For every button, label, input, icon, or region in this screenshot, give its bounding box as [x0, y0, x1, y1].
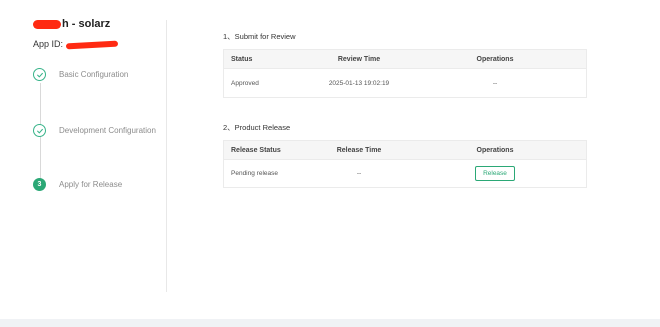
release-operations-cell: Release	[404, 166, 586, 181]
column-header: Operations	[476, 55, 514, 63]
table-header: Release Status Release Time Operations	[224, 141, 586, 160]
release-status-cell: Pending release	[231, 170, 278, 177]
bottom-bar	[0, 319, 660, 327]
section-title-review: 1、Submit for Review	[223, 32, 296, 41]
app-title-text: h - solarz	[62, 18, 111, 30]
step-number-badge: 3	[33, 178, 46, 191]
check-circle-icon	[33, 68, 46, 81]
section-title-release: 2、Product Release	[223, 123, 291, 132]
column-header: Release Time	[336, 146, 382, 154]
table-row: Pending release -- Release	[224, 160, 586, 187]
panel-divider	[166, 20, 167, 292]
release-time-cell: --	[356, 170, 362, 177]
release-button[interactable]: Release	[475, 166, 515, 181]
redacted-app-id	[65, 40, 119, 49]
step-development-configuration[interactable]: Development Configuration	[33, 124, 156, 137]
app-id: App ID:	[33, 39, 119, 49]
table-row: Approved 2025-01-13 19:02:19 --	[224, 69, 586, 97]
release-table: Release Status Release Time Operations P…	[223, 140, 587, 188]
column-header: Status	[231, 55, 253, 63]
table-header: Status Review Time Operations	[224, 50, 586, 69]
column-header: Operations	[476, 146, 514, 154]
review-table: Status Review Time Operations Approved 2…	[223, 49, 587, 98]
step-apply-for-release[interactable]: 3 Apply for Release	[33, 178, 122, 191]
check-circle-icon	[33, 124, 46, 137]
app-id-label: App ID:	[33, 39, 64, 49]
column-header: Review Time	[337, 55, 381, 63]
column-header: Release Status	[231, 146, 281, 154]
review-operations-cell: --	[492, 79, 498, 87]
step-label: Apply for Release	[59, 180, 123, 189]
step-label: Basic Configuration	[59, 70, 129, 79]
step-label: Development Configuration	[59, 126, 156, 135]
review-status-cell: Approved	[231, 79, 259, 87]
step-basic-configuration[interactable]: Basic Configuration	[33, 68, 128, 81]
redacted-app-name	[33, 19, 61, 29]
review-time-cell: 2025-01-13 19:02:19	[328, 79, 390, 87]
page: h - solarz App ID: Basic Configuration D…	[0, 0, 660, 327]
app-title: h - solarz	[33, 18, 110, 30]
